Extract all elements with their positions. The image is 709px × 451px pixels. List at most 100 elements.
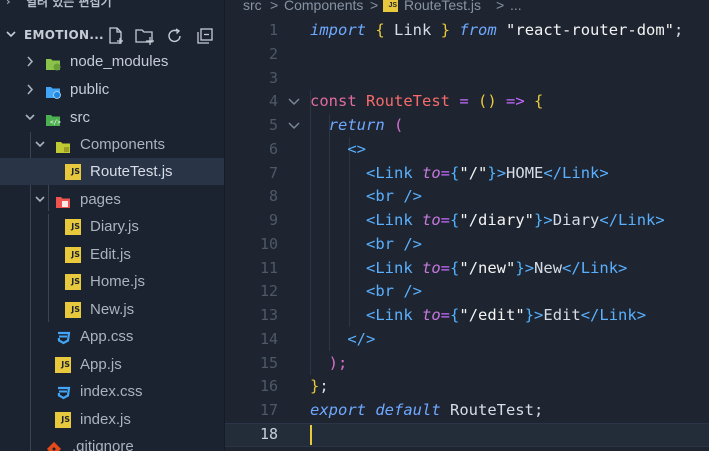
- code-token: HOME: [506, 163, 544, 182]
- code-line: const RouteTest = () => {: [310, 90, 543, 114]
- code-token: }: [534, 211, 544, 229]
- code-line: <Link to={"/diary"}>Diary</Link>: [310, 209, 665, 233]
- tree-item-home[interactable]: JS Home.js: [0, 268, 224, 295]
- tree-item-new[interactable]: JS New.js: [0, 296, 224, 323]
- breadcrumb: src > Components > JS RouteTest.js > ...: [225, 0, 709, 16]
- code-token: to: [412, 306, 441, 324]
- code-token: {: [450, 306, 460, 324]
- code-token: return: [328, 116, 385, 134]
- breadcrumb-src[interactable]: src: [243, 0, 262, 12]
- open-editors-label: 열려 있는 편집기: [26, 0, 112, 9]
- tree-item-label: public: [70, 81, 110, 98]
- tree-item-node-modules[interactable]: node_modules: [0, 48, 224, 75]
- code-token: />: [394, 234, 423, 253]
- breadcrumb-routetest[interactable]: RouteTest.js: [404, 0, 481, 12]
- line-number: 17: [259, 401, 278, 419]
- code-token: >: [655, 211, 665, 229]
- code-token: "/diary": [459, 211, 535, 229]
- tree-item-label: Diary.js: [90, 218, 139, 235]
- code-editor[interactable]: 1 2 3 4 5 6 7 8 9 10 11 12 13 14 15 16 1…: [225, 19, 709, 451]
- tree-item-public[interactable]: public: [0, 76, 224, 103]
- tree-item-components[interactable]: Components: [0, 131, 224, 158]
- code-token: =: [440, 163, 451, 182]
- code-line: <>: [310, 138, 366, 162]
- tree-item-gitignore[interactable]: .gitignore: [0, 433, 224, 451]
- tree-item-pages[interactable]: pages: [0, 186, 224, 213]
- js-file-icon: JS: [55, 357, 71, 373]
- tree-item-src[interactable]: </> src: [0, 104, 224, 131]
- tree-item-index-css[interactable]: index.css: [0, 378, 224, 405]
- code-token: <: [366, 282, 376, 301]
- js-file-icon: JS: [383, 0, 398, 12]
- new-file-icon[interactable]: [106, 26, 126, 46]
- code-token: "react-router-dom": [506, 21, 675, 39]
- js-file-icon: JS: [65, 274, 81, 290]
- code-token: to: [412, 163, 441, 182]
- code-token: (: [384, 116, 404, 134]
- code-token: }: [440, 21, 451, 39]
- refresh-icon[interactable]: [165, 26, 185, 46]
- tree-item-label: src: [70, 109, 90, 126]
- code-line: export default RouteTest;: [310, 399, 543, 423]
- fold-chevron-icon[interactable]: [287, 114, 301, 138]
- js-file-icon: JS: [65, 302, 81, 318]
- line-number-active: 18: [259, 424, 278, 443]
- code-token: "/edit": [459, 306, 525, 324]
- line-number: 6: [268, 139, 278, 158]
- code-token: }: [524, 306, 535, 324]
- code-line: );: [310, 352, 348, 376]
- code-token: Link: [580, 258, 619, 277]
- js-file-icon: JS: [65, 164, 81, 180]
- line-number: 9: [268, 211, 278, 229]
- code-token: />: [394, 187, 423, 206]
- explorer-sidebar: › 열려 있는 편집기 EMOTION... node_modules publ…: [0, 0, 225, 451]
- code-token: const: [310, 92, 357, 111]
- code-token: >: [496, 163, 507, 182]
- line-number: 5: [268, 116, 278, 134]
- tree-item-label: New.js: [90, 301, 135, 318]
- code-token: RouteTest: [440, 401, 534, 419]
- code-token: >: [534, 306, 544, 324]
- code-token: {: [375, 21, 385, 39]
- line-number: 3: [268, 68, 278, 87]
- tree-item-app-css[interactable]: App.css: [0, 323, 224, 350]
- code-line: <Link to={"/edit"}>Edit</Link>: [310, 304, 646, 328]
- code-token: "/new": [459, 258, 516, 277]
- breadcrumb-components[interactable]: Components: [284, 0, 363, 12]
- code-token: Link: [384, 21, 441, 39]
- pages-folder-icon: [55, 192, 71, 208]
- code-token: import: [310, 21, 366, 39]
- tree-item-index-js[interactable]: JS index.js: [0, 406, 224, 433]
- collapse-all-icon[interactable]: [195, 26, 215, 46]
- code-token: (): [468, 92, 506, 111]
- tree-item-app-js[interactable]: JS App.js: [0, 351, 224, 378]
- code-token: >: [618, 258, 628, 277]
- line-number: 14: [259, 329, 278, 348]
- code-token: {: [450, 211, 460, 229]
- code-token: Link: [599, 306, 637, 324]
- code-token: }: [487, 163, 497, 182]
- tree-item-diary[interactable]: JS Diary.js: [0, 213, 224, 240]
- fold-chevron-icon[interactable]: [287, 90, 301, 114]
- code-token: </: [580, 306, 600, 324]
- breadcrumb-separator: >: [370, 0, 379, 13]
- code-token: from: [459, 21, 497, 39]
- line-number: 16: [259, 377, 278, 396]
- code-line: <Link to={"/"}>HOME</Link>: [310, 162, 609, 186]
- new-folder-icon[interactable]: [134, 26, 154, 46]
- tree-item-label: index.css: [80, 383, 143, 400]
- line-number: 1: [268, 21, 278, 39]
- open-editors-section[interactable]: › 열려 있는 편집기: [0, 0, 224, 12]
- code-token: =: [440, 258, 451, 277]
- code-line: </>: [310, 328, 375, 352]
- code-token: default: [366, 401, 441, 419]
- tree-item-edit[interactable]: JS Edit.js: [0, 241, 224, 268]
- code-token: </: [599, 211, 619, 229]
- code-token: >: [636, 306, 647, 324]
- code-token: >: [599, 163, 609, 182]
- tree-item-label: index.js: [80, 411, 131, 428]
- breadcrumb-ellipsis[interactable]: ...: [510, 0, 522, 12]
- code-token: ;: [533, 401, 544, 419]
- tree-item-label: RouteTest.js: [90, 163, 173, 180]
- tree-item-routetest[interactable]: JS RouteTest.js: [0, 158, 224, 185]
